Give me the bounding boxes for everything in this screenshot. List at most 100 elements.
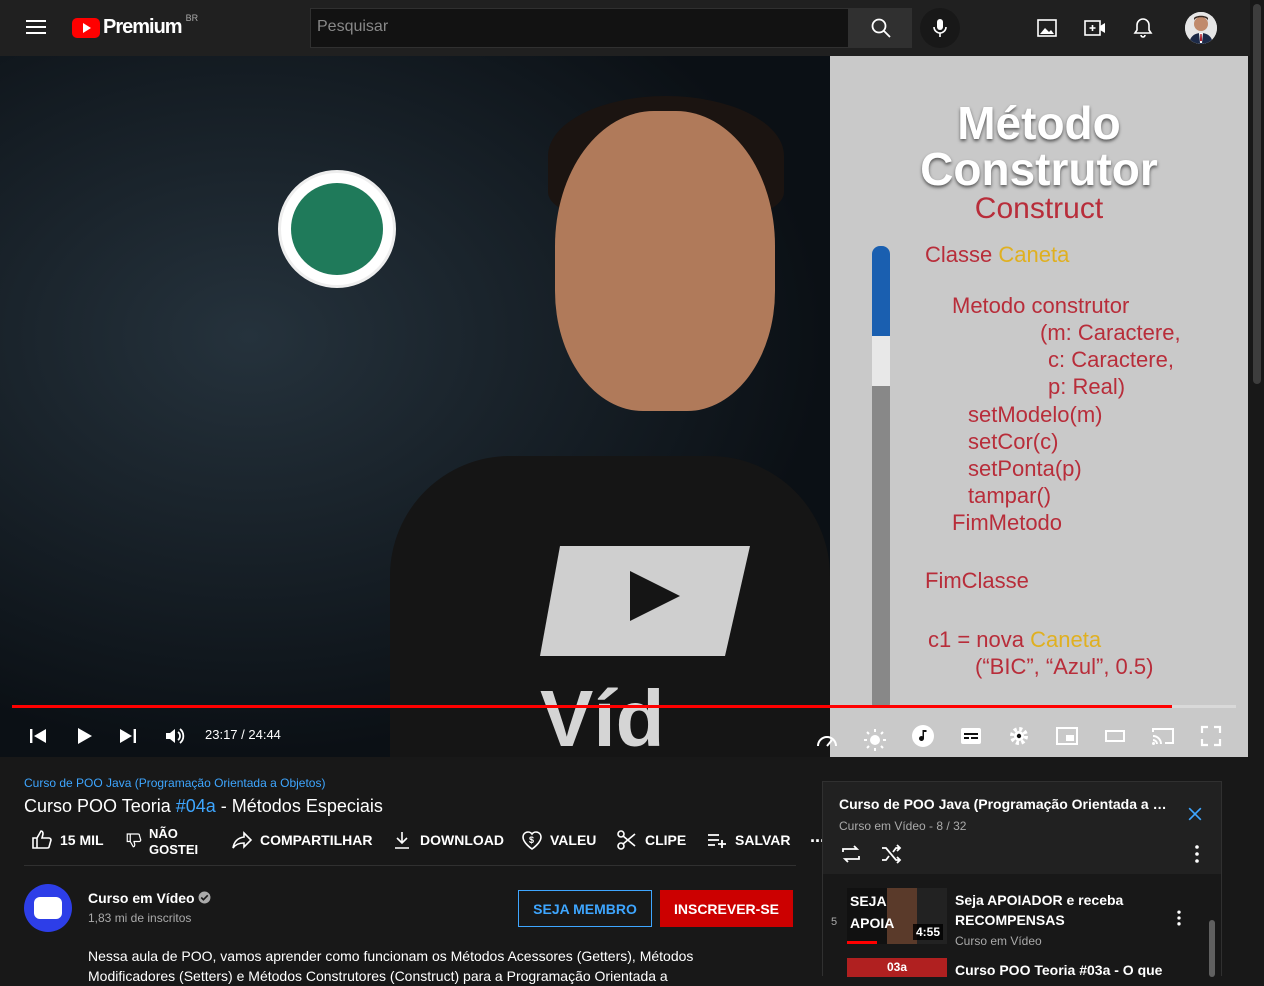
- share-button[interactable]: COMPARTILHAR: [230, 822, 373, 858]
- item-more-icon[interactable]: [1169, 908, 1189, 928]
- slide-code-line: (“BIC”, “Azul”, 0.5): [975, 654, 1154, 679]
- playlist-channel[interactable]: Curso em Vídeo: [839, 819, 926, 833]
- create-video-icon[interactable]: [1083, 16, 1107, 40]
- thanks-label: VALEU: [550, 832, 597, 848]
- playlist-header: Curso de POO Java (Programação Orientada…: [823, 782, 1221, 874]
- playlist-item-title: Curso POO Teoria #03a - O que: [955, 962, 1163, 977]
- share-icon: [232, 831, 253, 849]
- download-label: DOWNLOAD: [420, 832, 504, 848]
- page-scrollbar[interactable]: [1250, 0, 1264, 976]
- masthead: Premium BR Pesquisar: [0, 0, 1264, 56]
- next-icon[interactable]: [116, 724, 140, 748]
- theater-mode-icon[interactable]: [1103, 724, 1127, 748]
- video-info: Curso de POO Java (Programação Orientada…: [24, 776, 796, 817]
- video-frame-presenter: Víd: [0, 56, 830, 757]
- like-button[interactable]: 15 MIL: [30, 822, 104, 858]
- save-label: SALVAR: [735, 832, 791, 848]
- hashtag-link[interactable]: #04a: [176, 796, 216, 816]
- join-member-button[interactable]: SEJA MEMBRO: [518, 890, 652, 927]
- clip-button[interactable]: CLIPE: [615, 822, 686, 858]
- avatar-image: [1185, 12, 1217, 44]
- menu-icon[interactable]: [24, 16, 48, 40]
- video-duration: 4:55: [912, 924, 943, 940]
- thumbnail-text: 03a: [887, 960, 908, 974]
- slide-code-line: c: Caractere,: [1048, 347, 1174, 372]
- previous-icon[interactable]: [26, 724, 50, 748]
- download-button[interactable]: DOWNLOAD: [390, 822, 504, 858]
- microphone-icon: [933, 19, 947, 37]
- progress-fill: [12, 705, 1173, 708]
- playlist-title[interactable]: Curso de POO Java (Programação Orientada…: [839, 796, 1169, 812]
- bic-pen-image: [872, 246, 890, 706]
- super-thanks-icon: $: [522, 831, 542, 850]
- playlist-item-thumbnail: SEJA APOIA 4:55: [847, 888, 947, 944]
- playlist-item[interactable]: 5 SEJA APOIA 4:55 Seja APOIADOR e receba…: [823, 884, 1221, 956]
- presenter-face: [555, 111, 775, 411]
- playlist-link[interactable]: Curso de POO Java (Programação Orientada…: [24, 776, 796, 790]
- slide-code-line: setModelo(m): [968, 402, 1103, 427]
- subscribe-button[interactable]: INSCREVER-SE: [660, 890, 793, 927]
- playlist-item-channel: Curso em Vídeo: [955, 934, 1042, 948]
- death-star-coffee-sticker: [278, 170, 396, 288]
- video-title: Curso POO Teoria #04a - Métodos Especiai…: [24, 796, 383, 816]
- user-avatar[interactable]: [1185, 12, 1217, 44]
- playback-speed-icon[interactable]: [815, 728, 839, 752]
- search-icon: [871, 18, 891, 38]
- slide-code-line: (m: Caractere,: [1040, 320, 1181, 345]
- miniplayer-icon[interactable]: [1055, 724, 1079, 748]
- loop-icon[interactable]: [839, 842, 863, 866]
- page-scrollbar-thumb[interactable]: [1253, 4, 1261, 384]
- search-button[interactable]: [848, 8, 912, 48]
- share-label: COMPARTILHAR: [260, 832, 373, 848]
- shuffle-icon[interactable]: [879, 842, 903, 866]
- playlist-add-icon: [708, 834, 726, 848]
- settings-gear-icon[interactable]: [1007, 724, 1031, 748]
- channel-name[interactable]: Curso em Vídeo: [88, 890, 211, 906]
- thumbs-up-icon: [32, 830, 52, 849]
- scissors-icon: [617, 830, 636, 850]
- subtitles-icon[interactable]: [959, 724, 983, 748]
- playlist-items: 5 SEJA APOIA 4:55 Seja APOIADOR e receba…: [823, 874, 1221, 977]
- download-icon: [395, 832, 409, 849]
- close-icon[interactable]: [1185, 804, 1205, 824]
- video-player[interactable]: Víd Método Construtor Construct Classe C…: [0, 56, 1248, 757]
- progress-bar[interactable]: [12, 705, 1236, 708]
- playlist-item[interactable]: 03a Curso POO Teoria #03a - O que: [823, 954, 1221, 977]
- youtube-logo-icon: [72, 17, 100, 38]
- play-icon[interactable]: [72, 724, 96, 748]
- presenter-shirt: Víd: [390, 456, 830, 757]
- youtube-premium-logo[interactable]: Premium BR: [72, 12, 199, 39]
- music-note-icon[interactable]: [911, 724, 935, 748]
- channel-avatar[interactable]: [24, 884, 72, 932]
- thumbnail-text: SEJA APOIA: [850, 893, 895, 931]
- slide-code-line: FimMetodo: [952, 510, 1063, 535]
- save-button[interactable]: SALVAR: [705, 822, 790, 858]
- volume-icon[interactable]: [163, 724, 187, 748]
- voice-search-button[interactable]: [920, 8, 960, 48]
- dislike-button[interactable]: NÃO GOSTEI: [125, 822, 198, 858]
- slide-panel: Método Construtor Construct Classe Canet…: [830, 56, 1248, 757]
- time-display: 23:17 / 24:44: [205, 727, 281, 742]
- video-description[interactable]: Nessa aula de POO, vamos aprender como f…: [88, 946, 728, 986]
- cast-icon[interactable]: [1151, 724, 1175, 748]
- country-code: BR: [185, 12, 199, 23]
- slide-title-line2: Construtor: [920, 143, 1158, 195]
- playlist-more-icon[interactable]: [1185, 842, 1209, 866]
- watched-progress: [847, 941, 877, 944]
- slide-code-line: c1 = nova Caneta: [928, 627, 1102, 652]
- thanks-button[interactable]: $ VALEU: [520, 822, 596, 858]
- verified-check-icon: [199, 891, 211, 904]
- playlist-scrollbar[interactable]: [1209, 920, 1215, 977]
- search-input[interactable]: Pesquisar: [310, 8, 849, 48]
- sun-brightness-icon[interactable]: [863, 728, 887, 752]
- slide-code-line: setPonta(p): [968, 456, 1082, 481]
- playlist-meta: Curso em Vídeo - 8 / 32: [839, 819, 967, 833]
- slide-code-line: tampar(): [968, 483, 1052, 508]
- fullscreen-icon[interactable]: [1199, 724, 1223, 748]
- playlist-item-title: Seja APOIADOR e receba RECOMPENSAS: [955, 892, 1124, 928]
- slide-code-line: Classe Caneta: [925, 242, 1070, 267]
- slide-code-line: FimClasse: [925, 568, 1029, 593]
- like-count: 15 MIL: [60, 832, 104, 848]
- image-icon[interactable]: [1035, 16, 1059, 40]
- notifications-bell-icon[interactable]: [1131, 16, 1155, 40]
